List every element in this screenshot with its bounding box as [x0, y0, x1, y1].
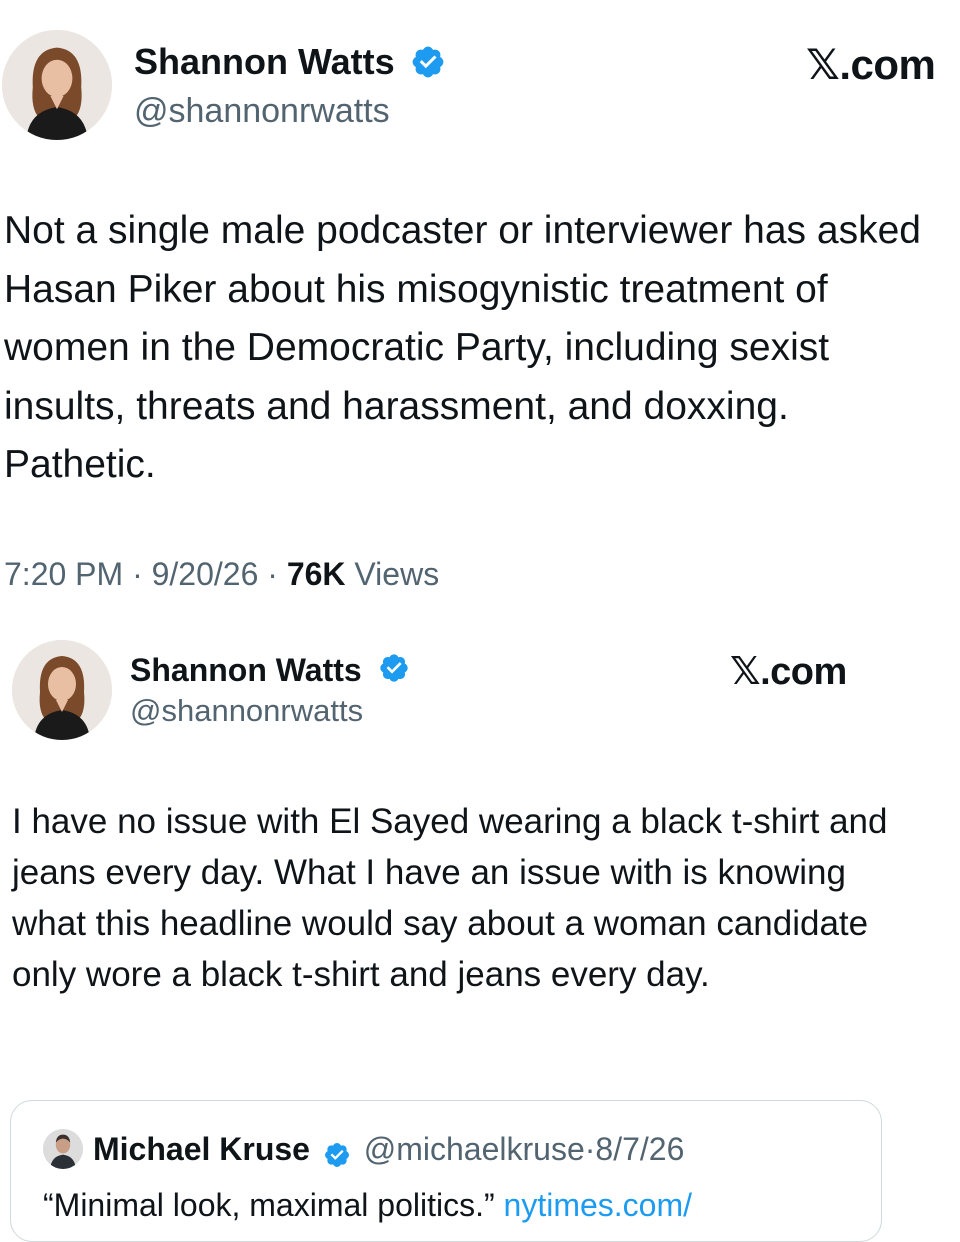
- quoted-post-card[interactable]: Michael Kruse @michaelkruse·8/7/26 “Mini…: [10, 1100, 882, 1242]
- avatar[interactable]: [2, 30, 112, 140]
- meta-separator: ·: [267, 556, 278, 592]
- author-handle[interactable]: @shannonrwatts: [134, 90, 390, 132]
- quoted-author-name[interactable]: Michael Kruse: [93, 1131, 310, 1167]
- source-label: 𝕏.com: [730, 651, 847, 693]
- avatar[interactable]: [12, 640, 112, 740]
- author-name[interactable]: Shannon Watts: [134, 40, 395, 84]
- views-label: Views: [354, 556, 440, 592]
- views-count[interactable]: 76K: [287, 556, 346, 592]
- post-date[interactable]: 9/20/26: [152, 556, 259, 592]
- source-label: 𝕏.com: [806, 41, 936, 88]
- post-text: I have no issue with El Sayed wearing a …: [12, 802, 888, 994]
- verified-badge-icon: [378, 652, 410, 684]
- avatar-photo: [43, 1129, 83, 1169]
- avatar[interactable]: [43, 1129, 83, 1169]
- author-handle[interactable]: @shannonrwatts: [130, 692, 363, 730]
- avatar-photo: [2, 30, 112, 140]
- post-text: Not a single male podcaster or interview…: [4, 209, 921, 486]
- verified-badge-icon: [410, 44, 446, 80]
- author-name[interactable]: Shannon Watts: [130, 650, 362, 690]
- post-meta: 7:20 PM · 9/20/26 · 76K Views: [4, 553, 439, 595]
- quoted-date[interactable]: 8/7/26: [595, 1131, 684, 1167]
- quoted-text-visible: “Minimal look, maximal politics.”: [43, 1187, 495, 1223]
- quoted-author-handle[interactable]: @michaelkruse: [364, 1131, 585, 1167]
- meta-separator: ·: [584, 1131, 596, 1167]
- quoted-text: “Minimal look, maximal politics.” nytime…: [43, 1185, 692, 1225]
- quoted-link[interactable]: nytimes.com/: [504, 1187, 692, 1223]
- avatar-photo: [12, 640, 112, 740]
- verified-badge-icon: [323, 1138, 351, 1167]
- quoted-header: Michael Kruse @michaelkruse·8/7/26: [93, 1129, 684, 1169]
- post-time[interactable]: 7:20 PM: [4, 556, 123, 592]
- meta-separator: ·: [132, 556, 143, 592]
